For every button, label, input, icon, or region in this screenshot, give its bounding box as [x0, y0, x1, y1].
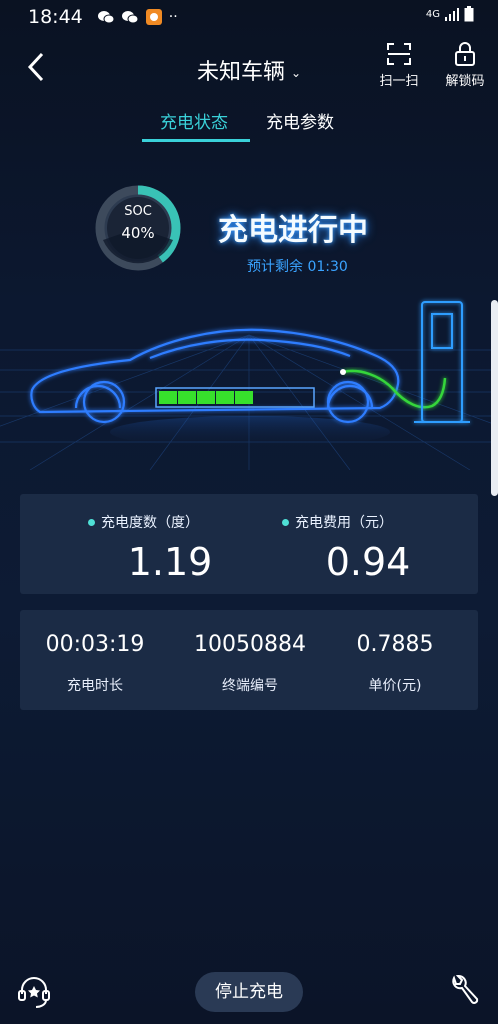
unit-price-value: 0.7885 — [356, 632, 434, 657]
unlock-code-button[interactable]: 解锁码 — [440, 42, 490, 89]
scan-button[interactable]: 扫一扫 — [374, 42, 424, 89]
scroll-handle[interactable] — [491, 300, 498, 496]
tab-bar: 充电状态 充电参数 — [0, 108, 498, 144]
soc-gauge: SOC 40% — [90, 180, 186, 276]
bottom-bar: 停止充电 — [0, 960, 498, 1024]
wrench-icon[interactable] — [448, 972, 480, 1008]
battery-cells — [159, 391, 253, 404]
terminal-cell: 10050884 终端编号 — [175, 632, 325, 695]
remaining-prefix: 预计剩余 — [247, 259, 303, 275]
energy-value: 1.19 — [127, 540, 213, 584]
battery-cell — [235, 391, 253, 404]
charging-status-title: 充电进行中 — [218, 213, 368, 248]
cost-value: 0.94 — [325, 540, 411, 584]
tab-charging-status[interactable]: 充电状态 — [160, 108, 228, 133]
battery-icon — [464, 6, 474, 22]
unit-price-cell: 0.7885 单价(元) — [320, 632, 470, 695]
charge-port — [340, 369, 346, 375]
car-outline — [30, 328, 400, 424]
bullet-dot-icon — [88, 518, 95, 526]
unlock-label: 解锁码 — [445, 74, 485, 89]
bullet-dot-icon — [282, 518, 289, 526]
battery-cell — [178, 391, 196, 404]
charging-summary-card: 充电度数（度） 1.19 充电费用（元） 0.94 — [20, 494, 478, 594]
app-icon — [145, 9, 162, 25]
status-bar: 18:44 ·· 4G — [0, 0, 498, 34]
remaining-value: 01:30 — [307, 259, 348, 275]
tab-charging-params[interactable]: 充电参数 — [266, 108, 334, 133]
energy-label: 充电度数（度） — [101, 515, 199, 531]
scan-label: 扫一扫 — [379, 74, 419, 89]
remaining-time: 预计剩余 01:30 — [247, 256, 348, 276]
charging-station — [414, 301, 470, 423]
chevron-down-icon: ⌄ — [290, 66, 302, 80]
terminal-label: 终端编号 — [222, 678, 278, 694]
soc-label: SOC — [124, 204, 152, 219]
scan-icon — [387, 43, 411, 65]
system-icons: 4G — [426, 6, 474, 22]
duration-label: 充电时长 — [67, 678, 123, 694]
cost-metric: 充电费用（元） 0.94 — [282, 512, 482, 584]
charging-car-illustration — [0, 301, 498, 470]
nav-bar: 未知车辆 ⌄ 扫一扫 解锁码 — [0, 34, 498, 100]
stop-charging-button[interactable]: 停止充电 — [195, 972, 303, 1012]
more-dots-icon: ·· — [168, 9, 178, 25]
tab-active-indicator — [142, 139, 250, 142]
vehicle-title: 未知车辆 — [196, 60, 285, 85]
network-type: 4G — [425, 8, 440, 20]
status-time: 18:44 — [28, 6, 83, 28]
wechat-icon — [97, 11, 115, 24]
soc-value: 40% — [121, 224, 155, 242]
customer-service-icon[interactable] — [16, 974, 52, 1010]
battery-cell — [216, 391, 234, 404]
duration-cell: 00:03:19 充电时长 — [20, 632, 170, 695]
unit-price-label: 单价(元) — [368, 678, 422, 694]
charging-details-card: 00:03:19 充电时长 10050884 终端编号 0.7885 单价(元) — [20, 610, 478, 710]
wechat-icon — [121, 11, 139, 24]
cost-label: 充电费用（元） — [295, 515, 393, 531]
battery-cell — [197, 391, 215, 404]
battery-cell — [159, 391, 177, 404]
terminal-value: 10050884 — [194, 632, 306, 657]
notification-icons: ·· — [97, 8, 178, 26]
duration-value: 00:03:19 — [45, 632, 145, 657]
signal-icon — [445, 8, 459, 21]
lock-icon — [455, 42, 475, 66]
